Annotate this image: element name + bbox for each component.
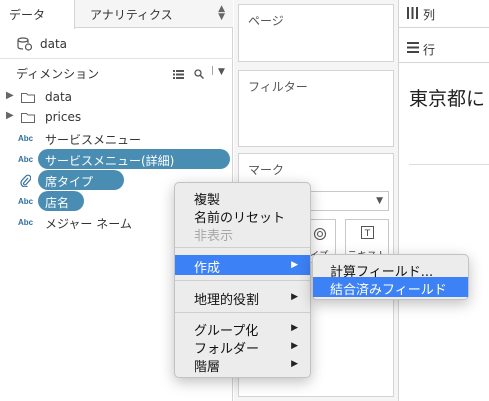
svg-text:T: T: [364, 229, 371, 239]
menu-item-calculated-field[interactable]: 計算フィールド...: [313, 259, 468, 280]
submenu-arrow-icon: ▶: [291, 323, 298, 333]
field-label: サービスメニュー: [45, 133, 142, 147]
view-canvas: 列 行 東京都に: [398, 0, 489, 401]
field-label: メジャー ネーム: [45, 217, 132, 231]
pane-tabs: データ アナリティクス ▲ ▼: [0, 0, 233, 29]
chevron-down-icon[interactable]: ▼: [218, 67, 225, 77]
folder-row[interactable]: ▶ data: [0, 87, 233, 108]
datasource-row[interactable]: data: [0, 29, 233, 59]
rows-icon: [407, 42, 419, 56]
paperclip-icon: [20, 174, 32, 190]
field-context-menu: 複製 名前のリセット 非表示 作成 ▶ 地理的役割 ▶ グループ化 ▶ フォルダ…: [174, 182, 311, 378]
chevron-right-icon[interactable]: ▶: [6, 110, 14, 121]
menu-item-combined-field[interactable]: 結合済みフィールド: [313, 277, 468, 298]
menu-item-label: 地理的役割: [194, 293, 260, 308]
menu-separator: [175, 280, 310, 281]
marks-card-title: マーク: [248, 163, 285, 177]
pages-shelf[interactable]: ページ: [238, 4, 394, 62]
dimensions-header: ディメンション | ▼: [0, 62, 233, 84]
filters-shelf[interactable]: フィルター: [238, 70, 394, 147]
rows-shelf[interactable]: 行: [399, 35, 489, 63]
size-icon: [313, 227, 327, 244]
menu-item-label: 階層: [194, 360, 221, 375]
submenu-arrow-icon: ▶: [291, 341, 298, 351]
datasource-name: data: [40, 37, 68, 51]
columns-shelf-label: 列: [423, 8, 436, 22]
text-icon: T: [361, 226, 374, 242]
rows-shelf-label: 行: [423, 43, 436, 57]
menu-item-reset-name[interactable]: 名前のリセット: [175, 205, 310, 226]
submenu-arrow-icon: ▶: [291, 292, 298, 302]
tab-analytics-label: アナリティクス: [90, 8, 173, 22]
menu-separator: [175, 247, 310, 248]
tab-data[interactable]: データ: [0, 0, 75, 29]
search-icon[interactable]: [194, 68, 204, 82]
view-divider: [409, 164, 489, 165]
grid-view-icon[interactable]: [173, 68, 184, 82]
pages-shelf-title: ページ: [248, 14, 284, 28]
divider: |: [211, 66, 215, 76]
dimensions-title: ディメンション: [16, 67, 100, 81]
menu-item-label: 非表示: [194, 229, 234, 244]
folder-label: prices: [45, 110, 82, 124]
submenu-arrow-icon: ▶: [291, 359, 298, 369]
folder-icon: [21, 112, 35, 126]
menu-separator: [175, 312, 310, 313]
datasource-icon: [17, 37, 33, 54]
create-submenu: 計算フィールド... 結合済みフィールド: [312, 254, 469, 300]
abc-type-icon: Abc: [18, 155, 34, 164]
abc-type-icon: Abc: [18, 197, 34, 206]
chevron-down-icon: ▼: [376, 196, 383, 206]
up-down-arrows-icon[interactable]: ▲ ▼: [218, 5, 225, 22]
folder-icon: [21, 92, 35, 106]
menu-item-group-by[interactable]: グループ化 ▶: [175, 318, 310, 339]
field-label: サービスメニュー(詳細): [45, 154, 175, 168]
view-title: 東京都に: [409, 88, 486, 110]
menu-item-label: 作成: [194, 261, 221, 276]
menu-item-hide: 非表示: [175, 223, 310, 244]
field-label: 店名: [45, 196, 70, 210]
field-row-selected[interactable]: Abc サービスメニュー(詳細): [0, 149, 233, 170]
filters-shelf-title: フィルター: [248, 80, 308, 94]
menu-item-folders[interactable]: フォルダー ▶: [175, 336, 310, 357]
abc-type-icon: Abc: [18, 134, 34, 143]
field-label: 席タイプ: [45, 175, 94, 189]
menu-item-label: 結合済みフィールド: [330, 283, 447, 298]
abc-type-icon: Abc: [18, 218, 34, 227]
tab-analytics[interactable]: アナリティクス ▲ ▼: [76, 0, 233, 28]
menu-item-duplicate[interactable]: 複製: [175, 187, 310, 208]
columns-icon: [407, 7, 418, 22]
folder-row[interactable]: ▶ prices: [0, 107, 233, 128]
chevron-right-icon[interactable]: ▶: [6, 90, 14, 101]
columns-shelf[interactable]: 列: [399, 0, 489, 28]
folder-label: data: [45, 90, 73, 104]
menu-item-geographic-role[interactable]: 地理的役割 ▶: [175, 287, 310, 308]
menu-item-create[interactable]: 作成 ▶: [175, 255, 310, 276]
menu-item-hierarchy[interactable]: 階層 ▶: [175, 354, 310, 375]
field-row[interactable]: Abc サービスメニュー: [0, 128, 233, 149]
submenu-arrow-icon: ▶: [291, 260, 298, 270]
